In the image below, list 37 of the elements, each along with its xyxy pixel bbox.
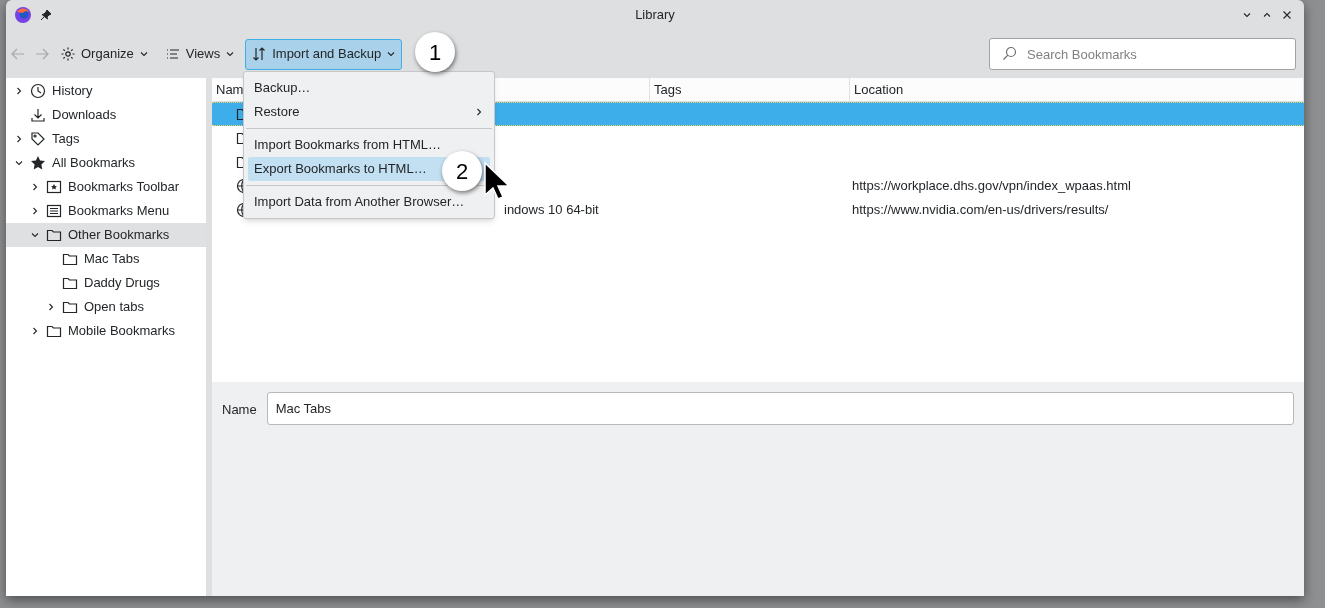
table-cell-text: https://workplace.dhs.gov/vpn/index_wpaas.html bbox=[851, 177, 1131, 196]
menu-item[interactable]: Import Data from Another Browser… bbox=[248, 190, 490, 214]
tree-item-label: Bookmarks Menu bbox=[68, 202, 170, 221]
tree-item-label: Bookmarks Toolbar bbox=[68, 178, 180, 197]
tree-item[interactable]: Other Bookmarks bbox=[6, 223, 206, 247]
tree-item-label: All Bookmarks bbox=[52, 154, 136, 173]
tree-item[interactable]: Open tabs bbox=[6, 295, 206, 319]
menu-item[interactable]: Backup… bbox=[248, 76, 490, 100]
search-field[interactable]: Search Bookmarks bbox=[989, 38, 1296, 70]
tree-item[interactable]: History bbox=[6, 79, 206, 103]
tree-item[interactable]: Bookmarks Menu bbox=[6, 199, 206, 223]
tree-item-label: Tags bbox=[52, 130, 80, 149]
tree-item[interactable]: Tags bbox=[6, 127, 206, 151]
menu-item[interactable]: Restore bbox=[248, 100, 490, 124]
column-header[interactable]: Location bbox=[850, 78, 1304, 101]
field-label: Name bbox=[222, 401, 257, 419]
toolbar-button[interactable]: Views bbox=[158, 38, 242, 70]
tree-item[interactable]: Daddy Drugs bbox=[6, 271, 206, 295]
tree-item[interactable]: Mobile Bookmarks bbox=[6, 319, 206, 343]
toolbar-button[interactable]: Import and Backup bbox=[245, 38, 403, 70]
tree-item-label: Downloads bbox=[52, 106, 117, 125]
window-title: Library bbox=[635, 6, 675, 25]
table-cell-text: https://www.nvidia.com/en-us/drivers/results/ bbox=[851, 201, 1109, 220]
tree-item-label: Mac Tabs bbox=[84, 250, 140, 269]
tree-item[interactable]: Downloads bbox=[6, 103, 206, 127]
tree-item-label: Mobile Bookmarks bbox=[68, 322, 175, 341]
tree-item[interactable]: Mac Tabs bbox=[6, 247, 206, 271]
toolbar-button[interactable]: Organize bbox=[54, 38, 155, 70]
tree-item[interactable]: Bookmarks Toolbar bbox=[6, 175, 206, 199]
tree-item-label: History bbox=[52, 82, 93, 101]
table-cell-text: indows 10 64-bit bbox=[504, 201, 599, 220]
tree-item-label: Other Bookmarks bbox=[68, 226, 170, 245]
tree-item-label: Open tabs bbox=[84, 298, 144, 317]
name-field[interactable]: Mac Tabs bbox=[266, 392, 1294, 425]
tree-item-label: Daddy Drugs bbox=[84, 274, 160, 293]
tree-item[interactable]: All Bookmarks bbox=[6, 151, 206, 175]
column-header[interactable]: Tags bbox=[650, 78, 850, 101]
